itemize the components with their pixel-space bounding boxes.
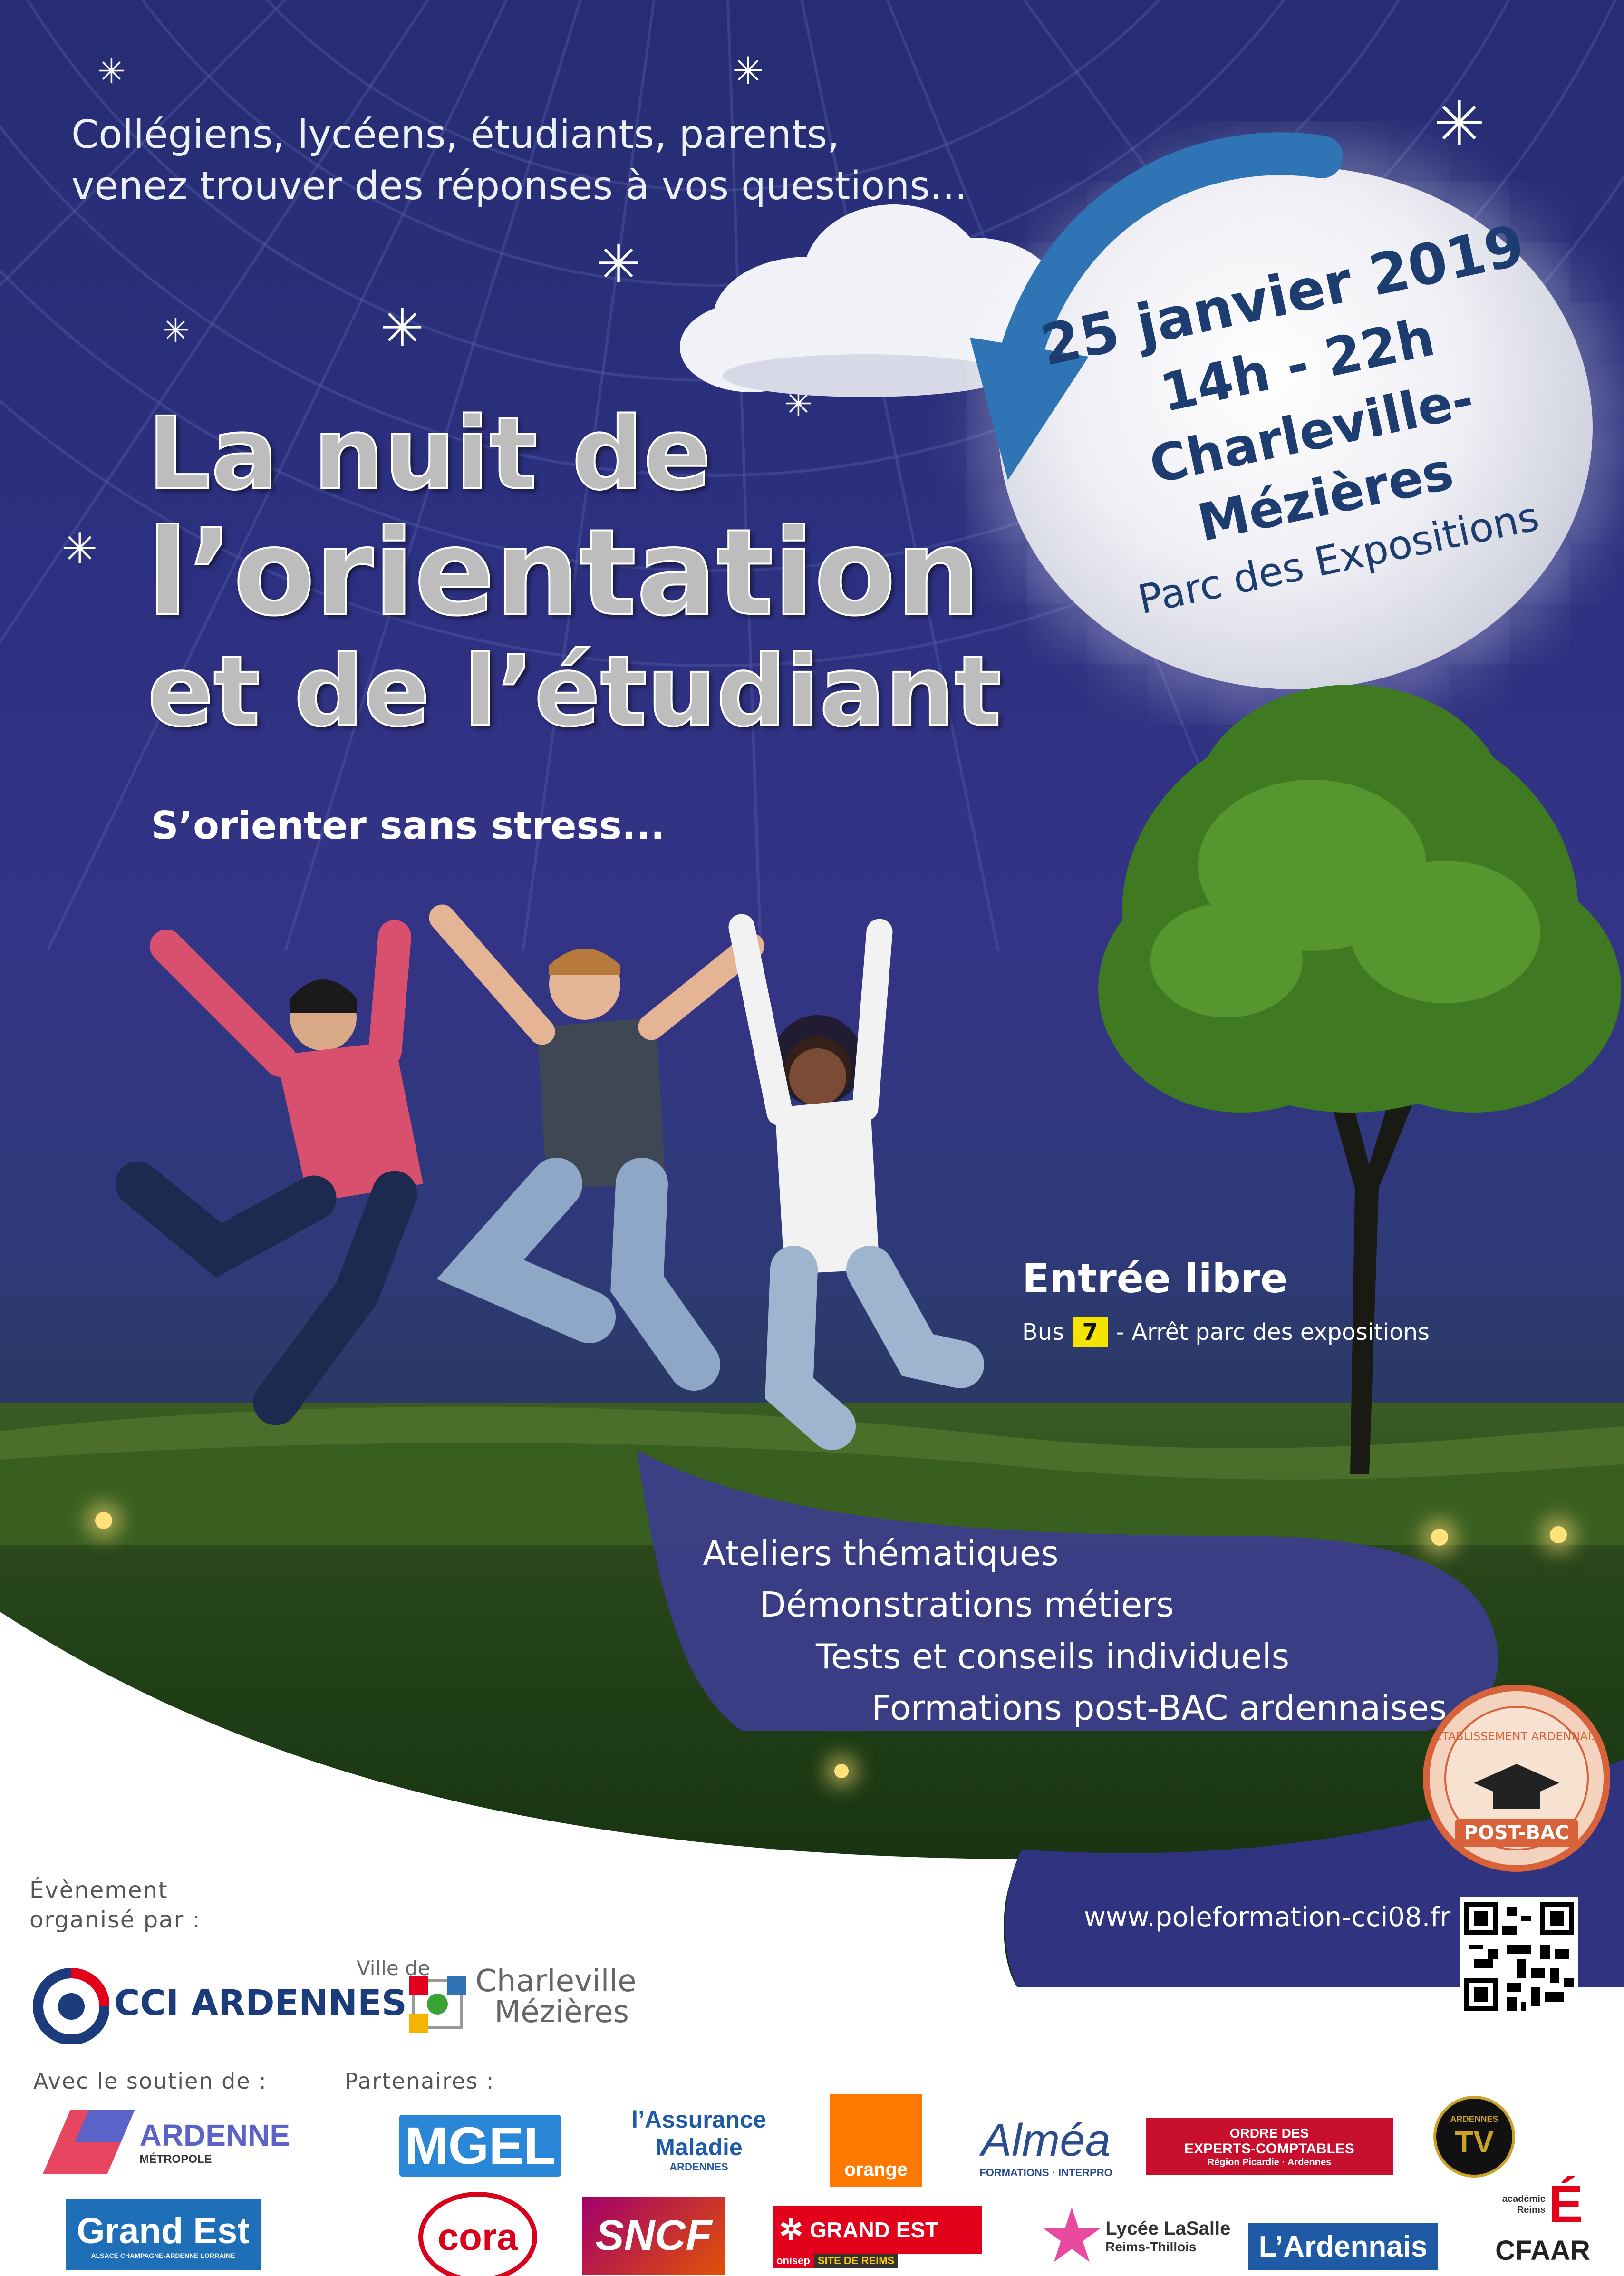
activity-item: Tests et conseils individuels — [816, 1637, 1290, 1676]
activity-item: Ateliers thématiques — [703, 1533, 1059, 1573]
activity-item: Formations post-BAC ardennaises — [871, 1688, 1447, 1728]
almea-logo: Alméa FORMATIONS · INTERPRO — [956, 2106, 1136, 2187]
onisep-line1: GRAND EST — [810, 2218, 939, 2242]
ardennes-tv-logo: ARDENNES TV — [1433, 2096, 1515, 2178]
post-bac-badge: POST-BAC ÉTABLISSEMENT ARDENNAIS — [1423, 1685, 1610, 1872]
bus-number-badge: 7 — [1073, 1317, 1108, 1347]
student-right — [728, 914, 984, 1450]
grandest-sub: ALSACE CHAMPAGNE-ARDENNE LORRAINE — [91, 2251, 235, 2259]
organizer-label: Évènement organisé par : — [29, 1876, 201, 1935]
qr-code[interactable] — [1460, 1897, 1578, 2016]
cci-logo-icon — [33, 1968, 109, 2044]
tree-illustration — [1098, 685, 1621, 1474]
almea-text: Alméa — [981, 2115, 1111, 2166]
bus-info: Bus 7 - Arrêt parc des expositions — [1022, 1317, 1430, 1347]
poster: ✳ ✳ ✳ ✳ ✳ ✳ ✳ ✳ Collégiens, lycéens, étu… — [0, 0, 1624, 2276]
ville-line-1: Charleville — [475, 1964, 637, 1999]
academie-line1: académie — [1502, 2193, 1546, 2204]
academie-e-icon: É — [1548, 2175, 1584, 2234]
star-icon: ✳ — [162, 311, 190, 350]
lycee-lasalle-logo: ★ Lycée LaSalle Reims-Thillois — [1027, 2197, 1246, 2276]
star-icon: ✳ — [62, 524, 98, 574]
star-icon: ✳ — [1433, 87, 1485, 160]
bus-prefix: Bus — [1022, 1319, 1064, 1346]
onisep-sub: onisep — [773, 2254, 814, 2268]
ardenne-metropole-logo: ARDENNE MÉTROPOLE — [43, 2102, 290, 2182]
mgel-logo: MGEL — [399, 2115, 561, 2177]
cfaar-logo: académie Reims É CFAAR — [1488, 2168, 1597, 2273]
light-dot — [1550, 1526, 1567, 1543]
lasalle-line1: Lycée LaSalle — [1105, 2218, 1231, 2239]
bus-stop: - Arrêt parc des expositions — [1116, 1319, 1430, 1346]
star-icon: ✳ — [597, 233, 641, 294]
light-dot — [1431, 1529, 1448, 1546]
intro-line-1: Collégiens, lycéens, étudiants, parents, — [71, 112, 840, 157]
jumping-students-illustration — [115, 904, 984, 1450]
star-icon: ✳ — [97, 52, 126, 91]
experts-line2: EXPERTS-COMPTABLES — [1184, 2140, 1354, 2157]
organizer-label-line1: Évènement — [29, 1877, 168, 1904]
website-link[interactable]: www.poleformation-cci08.fr — [1084, 1902, 1450, 1933]
lasalle-line2: Reims-Thillois — [1105, 2239, 1197, 2254]
entry-label: Entrée libre — [1022, 1255, 1288, 1302]
sncf-logo: SNCF — [582, 2197, 725, 2275]
ardennestv-text: TV — [1455, 2124, 1494, 2159]
lardennais-logo: L’Ardennais — [1248, 2223, 1438, 2270]
assurance-sub: ARDENNES — [669, 2161, 728, 2173]
cora-logo: cora — [418, 2192, 537, 2276]
grandest-text: Grand Est — [77, 2210, 250, 2251]
student-left — [115, 920, 423, 1425]
orange-text: orange — [844, 2159, 908, 2180]
almea-sub: FORMATIONS · INTERPRO — [979, 2167, 1112, 2179]
ardenne-text: ARDENNE — [139, 2118, 290, 2152]
ville-charleville-logo: Ville de Charleville Mézières — [357, 1956, 637, 2042]
onisep-star-icon: ✲ — [779, 2214, 803, 2246]
organizer-label-line2: organisé par : — [29, 1907, 201, 1933]
tagline: S’orienter sans stress... — [151, 804, 665, 848]
ardenne-emblem-icon — [43, 2110, 135, 2174]
ville-emblem-icon — [409, 1976, 466, 2033]
star-icon: ✳ — [732, 49, 764, 93]
cfaar-text: CFAAR — [1495, 2235, 1590, 2266]
assurance-line1: l’Assurance — [631, 2106, 766, 2133]
title-line-2: l’orientation — [146, 504, 981, 642]
light-dot — [95, 1512, 112, 1529]
ardennestv-top: ARDENNES — [1450, 2114, 1498, 2124]
support-label: Avec le soutien de : — [33, 2068, 267, 2094]
star-icon: ✳ — [380, 298, 425, 358]
poster-title: La nuit de l’orientation et de l’étudian… — [146, 396, 1002, 748]
assurance-line2: Maladie — [655, 2134, 743, 2160]
experts-comptables-logo: ORDRE DES EXPERTS-COMPTABLES Région Pica… — [1146, 2118, 1393, 2175]
student-middle — [429, 904, 764, 1391]
lasalle-star-icon: ★ — [1042, 2199, 1102, 2273]
title-line-1: La nuit de — [146, 396, 712, 512]
cora-text: cora — [437, 2216, 518, 2258]
badge-bottom-text: POST-BAC — [1464, 1822, 1569, 1844]
sncf-text: SNCF — [595, 2212, 712, 2259]
ville-line-2: Mézières — [494, 1995, 629, 2030]
light-dot — [834, 1764, 849, 1778]
academie-line2: Reims — [1517, 2204, 1546, 2215]
onisep-sub2: SITE DE REIMS — [813, 2254, 899, 2268]
badge-top-text: ÉTABLISSEMENT ARDENNAIS — [1435, 1729, 1598, 1743]
experts-line1: ORDRE DES — [1229, 2125, 1309, 2140]
ardenne-sub: MÉTROPOLE — [139, 2153, 212, 2166]
activity-item: Démonstrations métiers — [760, 1585, 1174, 1625]
onisep-grand-est-logo: ✲ GRAND EST onisep SITE DE REIMS — [773, 2199, 986, 2275]
experts-sub: Région Picardie · Ardennes — [1207, 2157, 1332, 2168]
grand-est-logo: Grand Est ALSACE CHAMPAGNE-ARDENNE LORRA… — [66, 2199, 261, 2270]
orange-logo: orange — [830, 2094, 922, 2187]
title-line-3: et de l’étudiant — [146, 635, 1002, 748]
assurance-maladie-logo: l’Assurance Maladie ARDENNES — [599, 2092, 799, 2187]
partners-label: Partenaires : — [345, 2068, 495, 2094]
